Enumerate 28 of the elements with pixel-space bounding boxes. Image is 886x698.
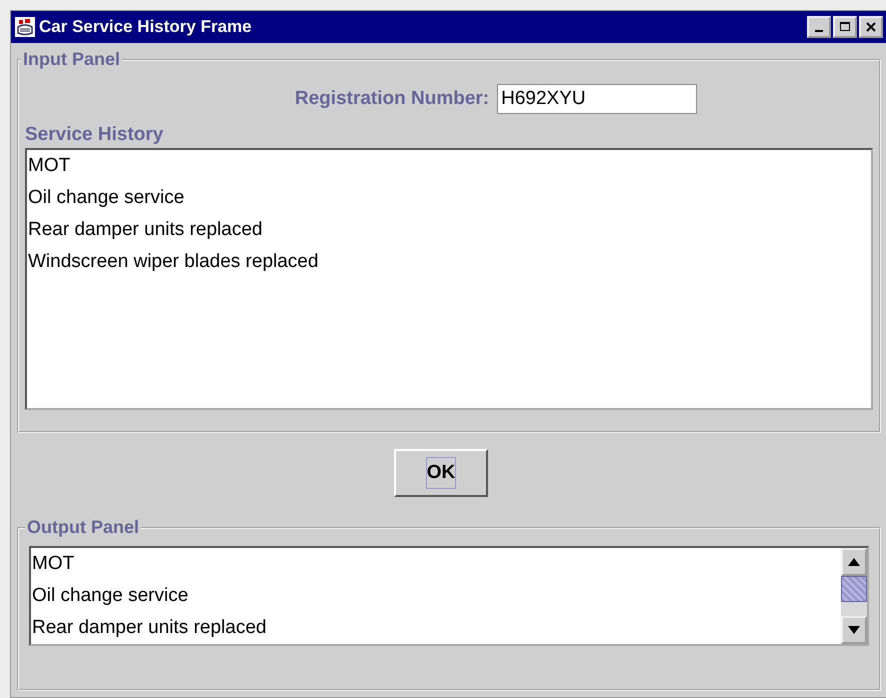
history-entry: Oil change service [27,186,186,210]
history-entry: Windscreen wiper blades replaced [27,250,320,274]
up-arrow-icon [848,558,860,566]
minimize-button[interactable] [807,16,831,38]
service-history-list[interactable]: MOT Oil change service Rear damper units replaced Windscreen wiper blades replaced [25,148,873,410]
maximize-button[interactable] [833,16,857,38]
close-icon [865,21,877,33]
registration-field[interactable]: H692XYU [497,84,698,114]
history-entry: MOT [27,154,72,178]
panel-title: Input Panel [22,49,122,70]
ok-button[interactable]: OK [394,449,488,497]
down-arrow-icon [848,626,860,634]
scrollbar[interactable] [841,548,867,644]
maximize-icon [839,21,851,33]
app-icon [15,17,35,37]
output-line: MOT [31,552,76,576]
registration-label: Registration Number: [294,88,490,110]
output-line: Rear damper units replaced [31,616,268,640]
scroll-down-button[interactable] [841,616,867,644]
minimize-icon [815,30,823,32]
service-history-label: Service History [25,124,164,146]
scroll-up-button[interactable] [841,548,867,576]
panel-title: Output Panel [26,517,140,538]
history-entry: Rear damper units replaced [27,218,264,242]
window-title: Car Service History Frame [39,17,253,37]
output-line: Oil change service [31,584,190,608]
close-button[interactable] [859,16,883,38]
scroll-thumb[interactable] [841,576,867,602]
